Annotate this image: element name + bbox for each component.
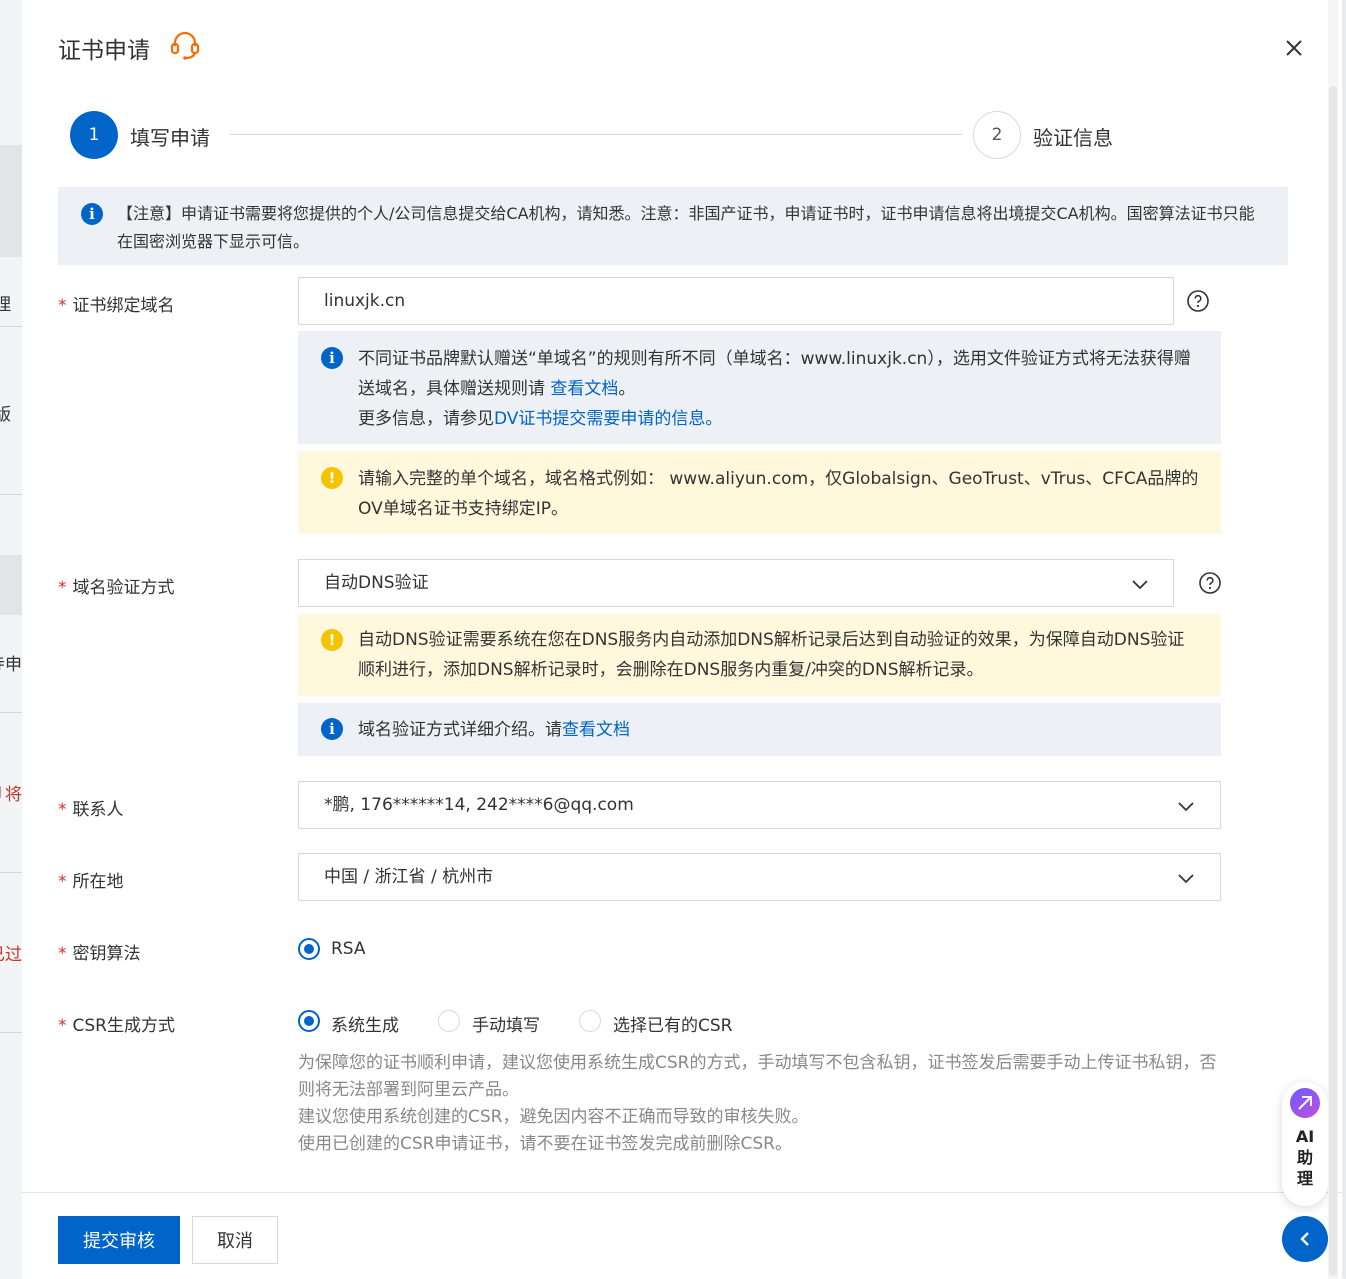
background-divider: [0, 712, 22, 713]
background-text: 卩将: [0, 785, 22, 805]
ai-label-line: AI: [1295, 1127, 1315, 1146]
more-info-text: 更多信息，请参见: [358, 409, 494, 429]
csr-hint-line: 建议您使用系统创建的CSR，避免因内容不正确而导致的审核失败。: [298, 1107, 809, 1127]
info-icon: i: [321, 347, 343, 369]
footer-divider: [22, 1192, 1342, 1193]
background-text: 版: [0, 405, 11, 425]
domain-info-text: 不同证书品牌默认赠送“单域名”的规则有所不同（单域名：www.linuxjk.c…: [358, 349, 1191, 399]
help-icon[interactable]: [1198, 571, 1222, 595]
background-divider: [0, 326, 22, 327]
background-divider: [0, 872, 22, 873]
warning-icon: !: [321, 467, 343, 489]
customer-service-icon[interactable]: [168, 28, 202, 62]
background-text: 已过: [0, 945, 22, 965]
algorithm-rsa-radio[interactable]: [298, 938, 320, 960]
verify-warning-text: 自动DNS验证需要系统在您在DNS服务内自动添加DNS解析记录后达到自动验证的效…: [358, 630, 1185, 680]
certificate-apply-drawer: 证书申请 1 填写申请 2 验证信息 i 【注意】申请证书需要将您提供的个人/公…: [22, 0, 1342, 1279]
csr-label: * CSR生成方式: [58, 1016, 175, 1036]
required-mark: *: [58, 800, 67, 820]
collapse-button[interactable]: [1282, 1216, 1328, 1262]
verify-method-value: 自动DNS验证: [324, 573, 429, 593]
step-indicator: 1 填写申请 2 验证信息: [70, 111, 1130, 159]
submit-review-button[interactable]: 提交审核: [58, 1216, 180, 1264]
close-icon[interactable]: [1280, 34, 1308, 62]
ai-label-line: 助: [1296, 1148, 1313, 1167]
location-value: 中国 / 浙江省 / 杭州市: [324, 867, 494, 887]
background-band: [0, 145, 22, 257]
location-label: * 所在地: [58, 872, 124, 892]
background-page: 理 版 ： 寺申 卩将 已过: [0, 0, 22, 1279]
csr-existing-label[interactable]: 选择已有的CSR: [613, 1011, 732, 1036]
step-2-circle: 2: [973, 111, 1021, 159]
view-docs-link[interactable]: 查看文档: [562, 720, 630, 740]
chevron-down-icon: [1132, 580, 1148, 590]
algorithm-rsa-label[interactable]: RSA: [331, 939, 366, 959]
scrollbar-thumb[interactable]: [1329, 86, 1337, 1276]
dv-info-link[interactable]: DV证书提交需要申请的信息。: [494, 409, 722, 429]
warning-icon: !: [321, 629, 343, 651]
notice-banner: i 【注意】申请证书需要将您提供的个人/公司信息提交给CA机构，请知悉。注意：非…: [58, 187, 1288, 265]
location-select[interactable]: 中国 / 浙江省 / 杭州市: [298, 853, 1221, 901]
domain-input[interactable]: linuxjk.cn: [298, 277, 1174, 325]
csr-hint: 为保障您的证书顺利申请，建议您使用系统生成CSR的方式，手动填写不包含私钥，证书…: [298, 1050, 1228, 1158]
required-mark: *: [58, 1016, 67, 1036]
required-mark: *: [58, 872, 67, 892]
chevron-down-icon: [1178, 802, 1194, 812]
csr-system-label[interactable]: 系统生成: [331, 1011, 399, 1036]
info-icon: i: [321, 718, 343, 740]
domain-info-text-end: 。: [618, 379, 636, 399]
domain-warning-tip: ! 请输入完整的单个域名，域名格式例如： www.aliyun.com，仅Glo…: [298, 451, 1221, 534]
verify-info-text: 域名验证方式详细介绍。请: [358, 720, 562, 740]
notice-text: 【注意】申请证书需要将您提供的个人/公司信息提交给CA机构，请知悉。注意：非国产…: [117, 204, 1255, 251]
step-1-circle: 1: [70, 111, 118, 159]
algorithm-label: * 密钥算法: [58, 944, 141, 964]
required-mark: *: [58, 944, 67, 964]
required-mark: *: [58, 578, 67, 598]
verify-method-label: * 域名验证方式: [58, 578, 175, 598]
ai-logo-icon: [1290, 1088, 1320, 1118]
cancel-button[interactable]: 取消: [192, 1216, 278, 1264]
background-text: 理: [0, 295, 11, 315]
domain-label: * 证书绑定域名: [58, 296, 175, 316]
sparkle-icon: [1298, 1096, 1312, 1110]
background-divider: [0, 494, 22, 495]
step-connector: [230, 134, 962, 135]
csr-manual-label[interactable]: 手动填写: [472, 1011, 540, 1036]
csr-manual-radio[interactable]: [438, 1010, 460, 1032]
scrollbar[interactable]: [1328, 0, 1338, 1279]
chevron-down-icon: [1178, 874, 1194, 884]
domain-warning-text: 请输入完整的单个域名，域名格式例如： www.aliyun.com，仅Globa…: [358, 469, 1199, 519]
info-icon: i: [81, 203, 103, 225]
ai-assistant-button[interactable]: AI 助 理: [1282, 1082, 1328, 1206]
dialog-title: 证书申请: [58, 38, 150, 64]
step-2-label: 验证信息: [1033, 126, 1113, 150]
csr-hint-line: 使用已创建的CSR申请证书，请不要在证书签发完成前删除CSR。: [298, 1134, 792, 1154]
contact-select[interactable]: *鹏, 176******14, 242****6@qq.com: [298, 781, 1221, 829]
contact-value: *鹏, 176******14, 242****6@qq.com: [324, 795, 634, 815]
background-divider: [0, 1032, 22, 1033]
csr-existing-radio[interactable]: [579, 1010, 601, 1032]
background-text: ：: [0, 572, 7, 597]
domain-info-tip: i 不同证书品牌默认赠送“单域名”的规则有所不同（单域名：www.linuxjk…: [298, 331, 1221, 444]
background-text: 寺申: [0, 655, 22, 675]
ai-label-line: 理: [1296, 1169, 1313, 1188]
view-docs-link[interactable]: 查看文档: [550, 379, 618, 399]
help-icon[interactable]: [1186, 289, 1210, 313]
required-mark: *: [58, 296, 67, 316]
step-1-label: 填写申请: [130, 126, 210, 150]
contact-label: * 联系人: [58, 800, 124, 820]
csr-hint-line: 为保障您的证书顺利申请，建议您使用系统生成CSR的方式，手动填写不包含私钥，证书…: [298, 1053, 1217, 1100]
ai-assistant-label: AI 助 理: [1282, 1126, 1328, 1189]
verify-method-select[interactable]: 自动DNS验证: [298, 559, 1174, 607]
verify-warning-tip: ! 自动DNS验证需要系统在您在DNS服务内自动添加DNS解析记录后达到自动验证…: [298, 614, 1221, 696]
verify-info-tip: i 域名验证方式详细介绍。请查看文档: [298, 703, 1221, 756]
csr-system-radio[interactable]: [298, 1010, 320, 1032]
chevron-left-icon: [1300, 1232, 1309, 1246]
